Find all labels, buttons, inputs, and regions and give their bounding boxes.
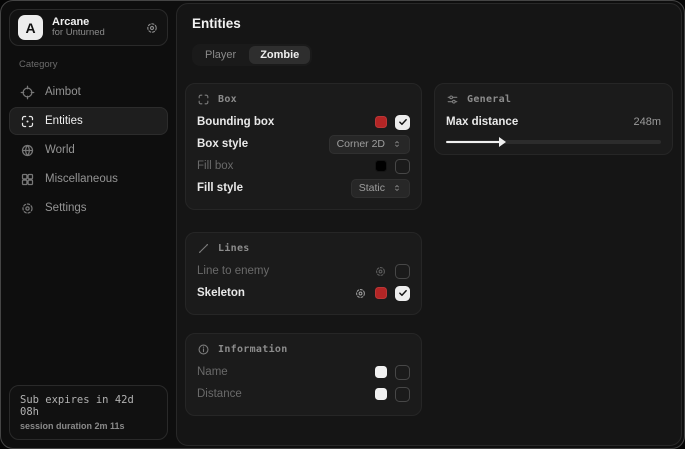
fill-box-checkbox[interactable] — [395, 159, 410, 174]
sliders-icon — [446, 93, 459, 106]
scan-icon — [20, 114, 35, 129]
fill-style-select[interactable]: Static — [351, 179, 410, 198]
skeleton-checkbox[interactable] — [395, 286, 410, 301]
gear-icon — [20, 201, 35, 216]
max-distance-value: 248m — [633, 116, 661, 128]
bounding-box-row: Bounding box — [197, 111, 410, 133]
max-distance-row: Max distance 248m — [446, 111, 661, 133]
information-card-header: Information — [197, 343, 410, 356]
slider-fill — [446, 141, 500, 143]
max-distance-label: Max distance — [446, 116, 518, 128]
sidebar-item-aimbot[interactable]: Aimbot — [9, 78, 168, 106]
sidebar-item-miscellaneous[interactable]: Miscellaneous — [9, 165, 168, 193]
line-to-enemy-row: Line to enemy — [197, 260, 410, 282]
cards-area: Box Bounding box Box style — [185, 83, 673, 416]
page-title: Entities — [192, 16, 673, 31]
gear-icon[interactable] — [374, 265, 387, 278]
lines-card-header: Lines — [197, 242, 410, 255]
color-swatch[interactable] — [375, 116, 387, 128]
box-corners-icon — [197, 93, 210, 106]
session-duration: session duration 2m 11s — [20, 421, 157, 431]
box-card-header: Box — [197, 93, 410, 106]
line-to-enemy-label: Line to enemy — [197, 265, 269, 277]
name-checkbox[interactable] — [395, 365, 410, 380]
sidebar-item-label: Miscellaneous — [45, 173, 118, 185]
sidebar-nav: Aimbot Entities World Miscellaneous — [9, 78, 168, 222]
brand-card: A Arcane for Unturned — [9, 9, 168, 46]
sidebar-item-world[interactable]: World — [9, 136, 168, 164]
info-icon — [197, 343, 210, 356]
general-card: General Max distance 248m — [434, 83, 673, 155]
bounding-box-label: Bounding box — [197, 116, 274, 128]
crosshair-icon — [20, 85, 35, 100]
general-card-title: General — [467, 94, 511, 105]
information-card-title: Information — [218, 344, 288, 355]
fill-style-label: Fill style — [197, 182, 243, 194]
sidebar-item-settings[interactable]: Settings — [9, 194, 168, 222]
box-style-select[interactable]: Corner 2D — [329, 135, 410, 154]
bounding-box-checkbox[interactable] — [395, 115, 410, 130]
slider-thumb[interactable] — [499, 137, 506, 147]
max-distance-slider[interactable] — [446, 140, 661, 144]
category-label: Category — [19, 59, 168, 70]
line-to-enemy-checkbox[interactable] — [395, 264, 410, 279]
lines-card: Lines Line to enemy — [185, 232, 422, 315]
app-window: A Arcane for Unturned Category Aimbot — [0, 0, 685, 449]
skeleton-label: Skeleton — [197, 287, 245, 299]
box-card: Box Bounding box Box style — [185, 83, 422, 210]
distance-row: Distance — [197, 383, 410, 405]
tab-player[interactable]: Player — [194, 46, 247, 64]
color-swatch[interactable] — [375, 366, 387, 378]
name-row: Name — [197, 361, 410, 383]
tab-group: Player Zombie — [192, 44, 312, 66]
sidebar-item-label: World — [45, 144, 75, 156]
color-swatch[interactable] — [375, 388, 387, 400]
name-label: Name — [197, 366, 228, 378]
main-panel: Entities Player Zombie Box Bounding box — [176, 3, 682, 446]
distance-label: Distance — [197, 388, 242, 400]
sidebar-item-label: Aimbot — [45, 86, 81, 98]
fill-box-row: Fill box — [197, 155, 410, 177]
general-card-header: General — [446, 93, 661, 106]
box-style-row: Box style Corner 2D — [197, 133, 410, 155]
distance-checkbox[interactable] — [395, 387, 410, 402]
gear-icon[interactable] — [354, 287, 367, 300]
sidebar-item-entities[interactable]: Entities — [9, 107, 168, 135]
fill-style-value: Static — [359, 182, 385, 194]
sidebar-item-label: Entities — [45, 115, 83, 127]
sidebar: A Arcane for Unturned Category Aimbot — [1, 1, 176, 448]
lines-card-title: Lines — [218, 243, 250, 254]
chevron-up-down-icon — [392, 183, 402, 193]
skeleton-row: Skeleton — [197, 282, 410, 304]
grid-icon — [20, 172, 35, 187]
subscription-card: Sub expires in 42d 08h session duration … — [9, 385, 168, 440]
sidebar-item-label: Settings — [45, 202, 87, 214]
subscription-expiry: Sub expires in 42d 08h — [20, 394, 157, 418]
color-swatch[interactable] — [375, 160, 387, 172]
right-column: General Max distance 248m — [434, 83, 673, 155]
color-swatch[interactable] — [375, 287, 387, 299]
information-card: Information Name Distance — [185, 333, 422, 416]
chevron-up-down-icon — [392, 139, 402, 149]
left-column: Box Bounding box Box style — [185, 83, 422, 416]
globe-icon — [20, 143, 35, 158]
gear-icon[interactable] — [145, 21, 159, 35]
fill-style-row: Fill style Static — [197, 177, 410, 199]
box-style-value: Corner 2D — [337, 138, 385, 150]
fill-box-label: Fill box — [197, 160, 233, 172]
box-card-title: Box — [218, 94, 237, 105]
brand-subtitle: for Unturned — [52, 28, 136, 39]
brand-text: Arcane for Unturned — [52, 16, 136, 40]
box-style-label: Box style — [197, 138, 248, 150]
diagonal-line-icon — [197, 242, 210, 255]
app-logo: A — [18, 15, 43, 40]
tab-zombie[interactable]: Zombie — [249, 46, 310, 64]
